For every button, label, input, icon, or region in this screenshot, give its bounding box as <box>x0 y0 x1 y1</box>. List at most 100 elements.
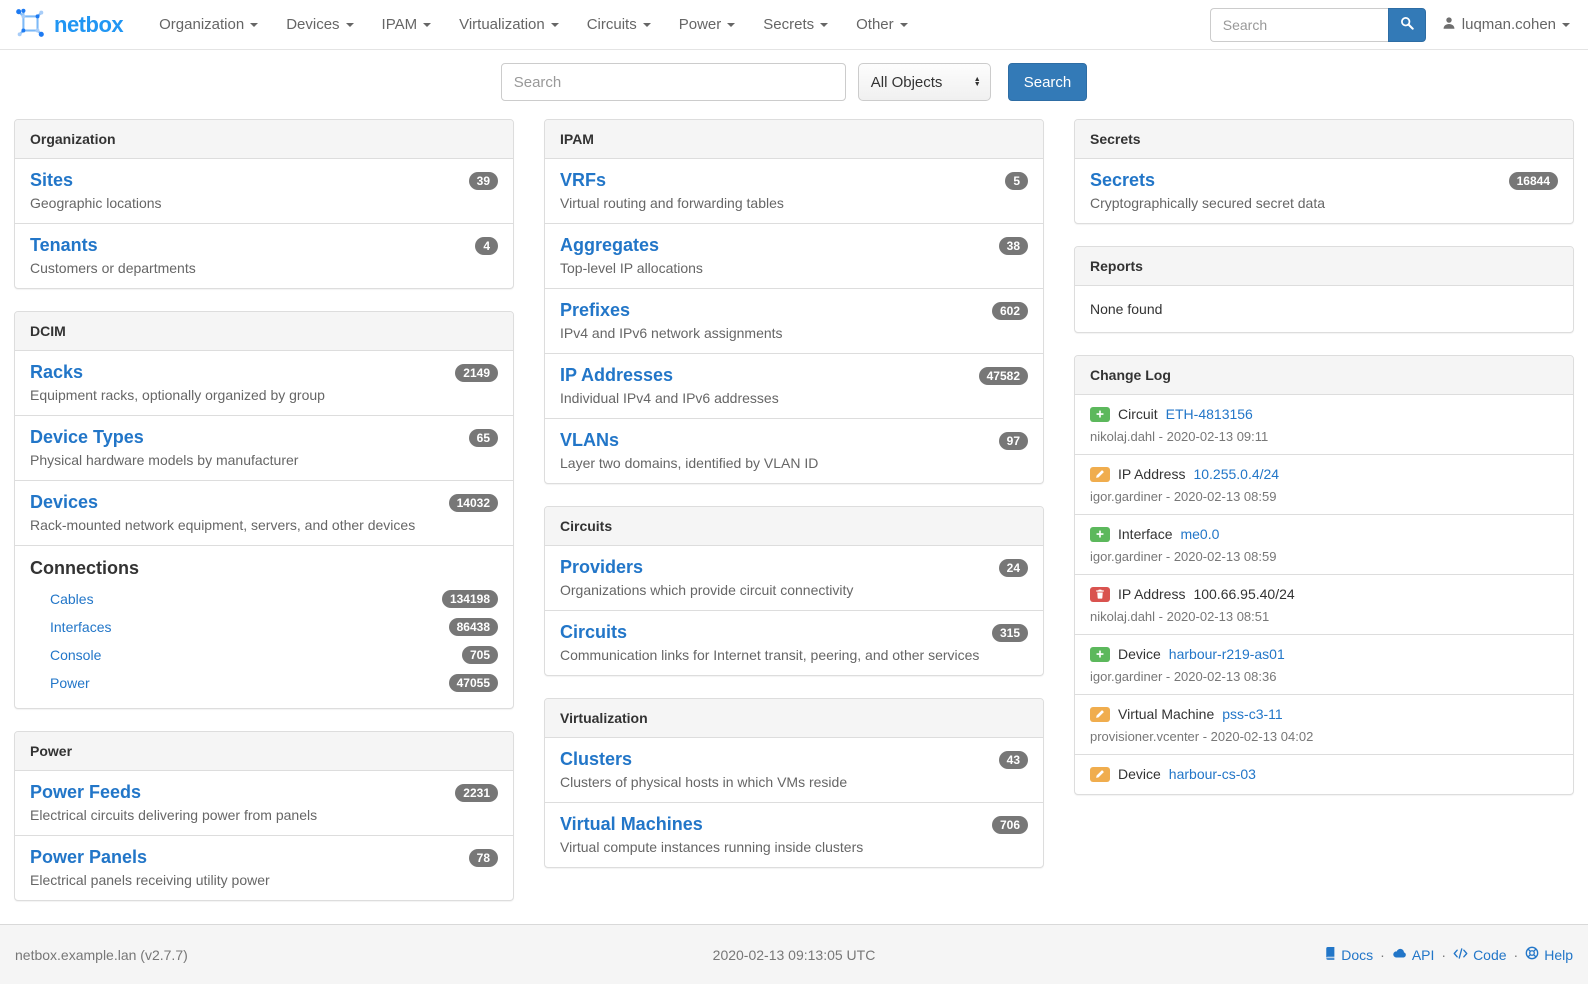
count-badge: 2231 <box>455 784 498 802</box>
count-badge: 134198 <box>442 590 498 608</box>
dashboard: Organization Sites 39 Geographic locatio… <box>0 119 1588 923</box>
changelog-meta: igor.gardiner - 2020-02-13 08:59 <box>1090 549 1558 564</box>
list-item-devices: Devices 14032 Rack-mounted network equip… <box>15 480 513 545</box>
item-description: Rack-mounted network equipment, servers,… <box>30 516 498 535</box>
netbox-brand[interactable]: netbox <box>14 7 123 42</box>
prefixes-link[interactable]: Prefixes <box>560 298 630 322</box>
count-badge: 5 <box>1005 172 1028 190</box>
list-item-prefixes: Prefixes 602 IPv4 and IPv6 network assig… <box>545 288 1043 353</box>
quick-search-input[interactable] <box>501 63 846 101</box>
power-panels-link[interactable]: Power Panels <box>30 845 147 869</box>
secrets-link[interactable]: Secrets <box>1090 168 1155 192</box>
count-badge: 706 <box>992 816 1028 834</box>
nav-item-ipam[interactable]: IPAM <box>368 0 446 50</box>
help-label: Help <box>1544 947 1573 963</box>
count-badge: 65 <box>469 429 498 447</box>
object-link[interactable]: ETH-4813156 <box>1166 404 1253 424</box>
count-badge: 38 <box>999 237 1028 255</box>
item-description: Equipment racks, optionally organized by… <box>30 386 498 405</box>
code-label: Code <box>1473 947 1506 963</box>
item-description: IPv4 and IPv6 network assignments <box>560 324 1028 343</box>
tenants-link[interactable]: Tenants <box>30 233 98 257</box>
connection-row-console: Console 705 <box>50 646 498 664</box>
chevron-down-icon <box>820 23 828 27</box>
navbar-search-input[interactable] <box>1210 8 1388 42</box>
panel-dcim: DCIM Racks 2149 Equipment racks, optiona… <box>14 311 514 709</box>
nav-item-power[interactable]: Power <box>665 0 750 50</box>
docs-label: Docs <box>1341 947 1373 963</box>
circuits-link[interactable]: Circuits <box>560 620 627 644</box>
code-icon <box>1453 947 1468 963</box>
list-item-ip-addresses: IP Addresses 47582 Individual IPv4 and I… <box>545 353 1043 418</box>
list-item-power-feeds: Power Feeds 2231 Electrical circuits del… <box>15 771 513 835</box>
panel-circuits: Circuits Providers 24 Organizations whic… <box>544 506 1044 676</box>
chevron-down-icon <box>250 23 258 27</box>
item-description: Physical hardware models by manufacturer <box>30 451 498 470</box>
count-badge: 16844 <box>1509 172 1558 190</box>
nav-item-organization[interactable]: Organization <box>145 0 272 50</box>
power-feeds-link[interactable]: Power Feeds <box>30 780 141 804</box>
object-link[interactable]: harbour-r219-as01 <box>1169 644 1285 664</box>
nav-item-virtualization[interactable]: Virtualization <box>445 0 573 50</box>
clusters-link[interactable]: Clusters <box>560 747 632 771</box>
racks-link[interactable]: Racks <box>30 360 83 384</box>
changelog-entry: Device harbour-r219-as01 igor.gardiner -… <box>1075 634 1573 694</box>
object-type: Virtual Machine <box>1118 704 1214 724</box>
nav-item-devices[interactable]: Devices <box>272 0 367 50</box>
virtual-machines-link[interactable]: Virtual Machines <box>560 812 703 836</box>
nav-item-other[interactable]: Other <box>842 0 922 50</box>
aggregates-link[interactable]: Aggregates <box>560 233 659 257</box>
changelog-entry: Device harbour-cs-03 <box>1075 754 1573 794</box>
cables-link[interactable]: Cables <box>50 591 94 607</box>
separator: · <box>1441 947 1446 963</box>
chevron-down-icon <box>423 23 431 27</box>
docs-link[interactable]: Docs <box>1323 947 1373 963</box>
object-name: 100.66.95.40/24 <box>1193 584 1294 604</box>
object-link[interactable]: harbour-cs-03 <box>1169 764 1256 784</box>
count-badge: 14032 <box>449 494 498 512</box>
power-connections-link[interactable]: Power <box>50 675 90 691</box>
connection-row-interfaces: Interfaces 86438 <box>50 618 498 636</box>
quick-search-button[interactable]: Search <box>1008 63 1088 101</box>
footer-links: Docs · API · Code · <box>875 946 1573 963</box>
api-link[interactable]: API <box>1392 947 1435 963</box>
console-link[interactable]: Console <box>50 647 101 663</box>
help-link[interactable]: Help <box>1525 946 1573 963</box>
nav-item-secrets[interactable]: Secrets <box>749 0 842 50</box>
list-item-device-types: Device Types 65 Physical hardware models… <box>15 415 513 480</box>
count-badge: 2149 <box>455 364 498 382</box>
providers-link[interactable]: Providers <box>560 555 643 579</box>
panel-power: Power Power Feeds 2231 Electrical circui… <box>14 731 514 901</box>
vlans-link[interactable]: VLANs <box>560 428 619 452</box>
object-type-select[interactable]: All Objects ▲▼ <box>858 63 991 101</box>
item-description: Organizations which provide circuit conn… <box>560 581 1028 600</box>
device-types-link[interactable]: Device Types <box>30 425 144 449</box>
vrfs-link[interactable]: VRFs <box>560 168 606 192</box>
changelog-entry: Interface me0.0 igor.gardiner - 2020-02-… <box>1075 514 1573 574</box>
changelog-entry: IP Address 10.255.0.4/24 igor.gardiner -… <box>1075 454 1573 514</box>
navbar-search-button[interactable] <box>1388 8 1426 42</box>
changelog-entry: IP Address 100.66.95.40/24 nikolaj.dahl … <box>1075 574 1573 634</box>
nav-item-circuits[interactable]: Circuits <box>573 0 665 50</box>
nav-label: Organization <box>159 16 244 33</box>
object-type: Circuit <box>1118 404 1158 424</box>
chevron-down-icon <box>727 23 735 27</box>
connection-row-power: Power 47055 <box>50 674 498 692</box>
connections-heading: Connections <box>30 556 498 580</box>
devices-link[interactable]: Devices <box>30 490 98 514</box>
connections-block: Connections Cables 134198 Interfaces 864… <box>15 545 513 708</box>
count-badge: 315 <box>992 624 1028 642</box>
object-type: Interface <box>1118 524 1172 544</box>
object-link[interactable]: pss-c3-11 <box>1222 704 1282 724</box>
panel-virtualization: Virtualization Clusters 43 Clusters of p… <box>544 698 1044 868</box>
panel-title-virtualization: Virtualization <box>545 699 1043 738</box>
interfaces-link[interactable]: Interfaces <box>50 619 111 635</box>
top-navbar: netbox Organization Devices IPAM Virtual… <box>0 0 1588 50</box>
object-link[interactable]: 10.255.0.4/24 <box>1193 464 1279 484</box>
sites-link[interactable]: Sites <box>30 168 73 192</box>
code-link[interactable]: Code <box>1453 947 1506 963</box>
ip-addresses-link[interactable]: IP Addresses <box>560 363 673 387</box>
object-link[interactable]: me0.0 <box>1180 524 1219 544</box>
item-description: Layer two domains, identified by VLAN ID <box>560 454 1028 473</box>
user-menu[interactable]: luqman.cohen <box>1442 16 1574 34</box>
